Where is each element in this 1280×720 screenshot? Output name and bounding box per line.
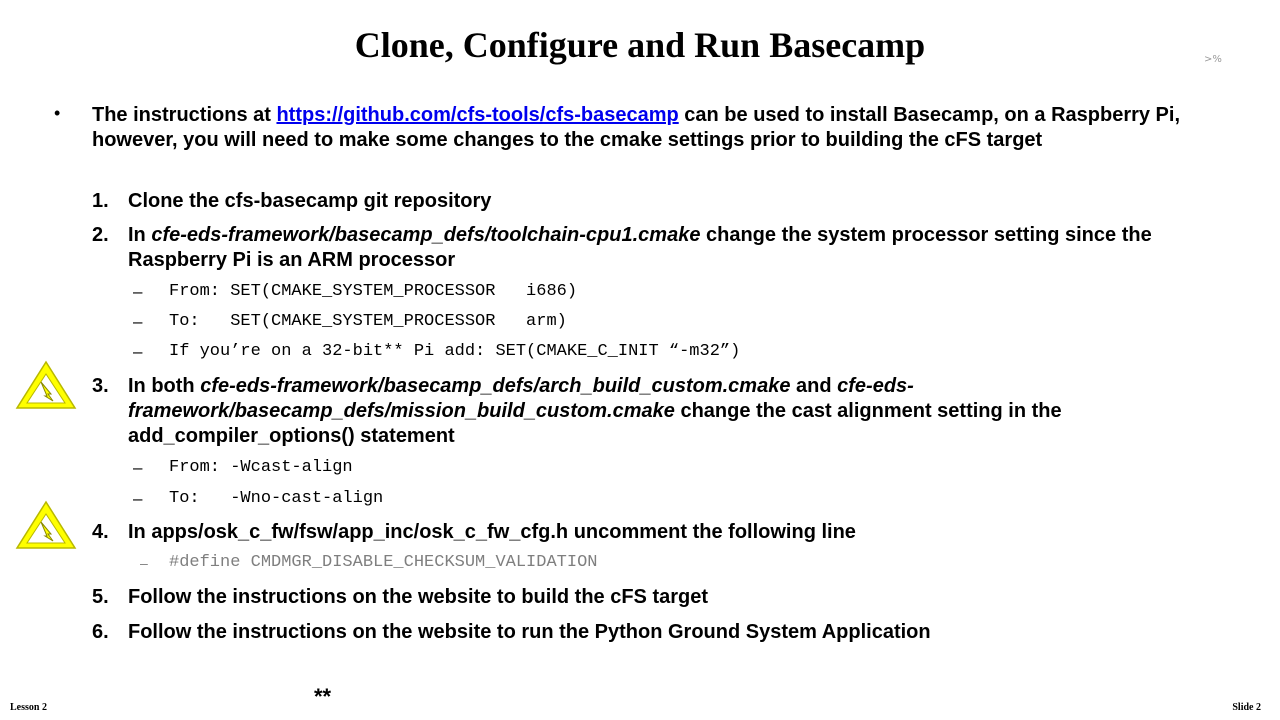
step-number: 1. [92, 190, 109, 212]
sub-dash: – [140, 555, 148, 571]
footer-lesson: Lesson 2 [10, 702, 47, 713]
step-number: 2. [92, 224, 109, 246]
sub-dash: – [133, 342, 143, 361]
step-4-sub-define: #define CMDMGR_DISABLE_CHECKSUM_VALIDATI… [169, 553, 598, 572]
step-2-pre: In [128, 224, 152, 246]
sub-dash: – [133, 458, 143, 477]
slide-title: Clone, Configure and Run Basecamp [354, 25, 926, 65]
intro-paragraph: The instructions at https://github.com/c… [92, 103, 1202, 153]
sub-dash: – [133, 312, 143, 331]
step-number: 3. [92, 375, 109, 397]
step-2-sub-to: To: SET(CMAKE_SYSTEM_PROCESSOR arm) [169, 312, 567, 331]
basecamp-link[interactable]: https://github.com/cfs-tools/cfs-basecam… [276, 104, 678, 126]
warning-triangle-icon [15, 500, 77, 549]
step-2-sub-from: From: SET(CMAKE_SYSTEM_PROCESSOR i686) [169, 282, 578, 301]
sub-dash: – [133, 489, 143, 508]
step-2-text: In cfe-eds-framework/basecamp_defs/toolc… [128, 223, 1198, 273]
intro-before: The instructions at [92, 104, 277, 126]
step-3-text: In both cfe-eds-framework/basecamp_defs/… [128, 374, 1198, 449]
corner-mark: >% [1204, 54, 1222, 65]
footer-slide-number: Slide 2 [1232, 702, 1261, 713]
step-number: 6. [92, 621, 109, 643]
step-number: 5. [92, 586, 109, 608]
step-4-text: In apps/osk_c_fw/fsw/app_inc/osk_c_fw_cf… [128, 521, 856, 543]
step-6-text: Follow the instructions on the website t… [128, 621, 931, 643]
sub-dash: – [133, 282, 143, 301]
step-3-mid: and [790, 375, 838, 397]
step-3-sub-from: From: -Wcast-align [169, 458, 353, 477]
warning-triangle-icon [15, 360, 77, 409]
bullet-dot: • [54, 103, 61, 123]
step-5-text: Follow the instructions on the website t… [128, 586, 709, 608]
step-3-sub-to: To: -Wno-cast-align [169, 489, 384, 508]
footnote-marker: ** [314, 684, 332, 709]
step-2-sub-32bit: If you’re on a 32-bit** Pi add: SET(CMAK… [169, 342, 741, 361]
step-3-pre: In both [128, 375, 201, 397]
step-3-path-1: cfe-eds-framework/basecamp_defs/arch_bui… [200, 375, 791, 397]
step-number: 4. [92, 521, 109, 543]
step-2-path: cfe-eds-framework/basecamp_defs/toolchai… [151, 224, 701, 246]
step-1-text: Clone the cfs-basecamp git repository [128, 190, 492, 212]
